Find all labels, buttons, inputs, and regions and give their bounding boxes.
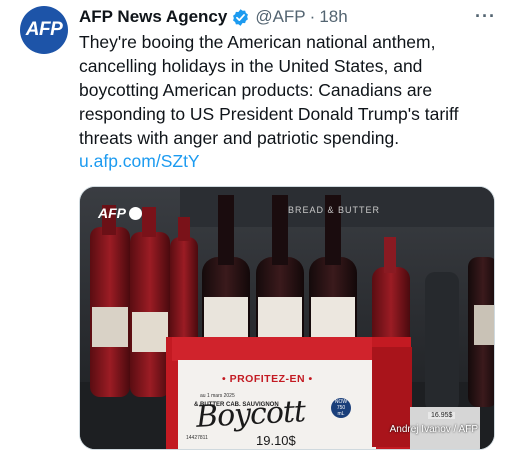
watermark-text: AFP bbox=[98, 205, 126, 221]
right-price-tag: 16.95$ bbox=[428, 412, 456, 419]
tweet-line: responding to US President Donald Trump'… bbox=[79, 104, 459, 124]
photo-brand-text: BREAD & BUTTER bbox=[288, 205, 381, 215]
badge-unit: mL bbox=[337, 411, 345, 417]
watermark-circle-icon bbox=[129, 206, 142, 220]
more-options-icon[interactable]: ··· bbox=[475, 6, 496, 27]
tweet-line: threats with anger and patriotic spendin… bbox=[79, 128, 400, 148]
tweet-line: They're booing the American national ant… bbox=[79, 32, 436, 52]
sign-price: 19.10$ bbox=[256, 433, 296, 448]
tweet-line: cancelling holidays in the United States… bbox=[79, 56, 423, 76]
post-time[interactable]: 18h bbox=[319, 7, 347, 27]
sign-code: 14427811 bbox=[186, 435, 208, 441]
avatar[interactable]: AFP bbox=[20, 6, 68, 54]
author-handle[interactable]: @AFP bbox=[255, 7, 305, 27]
sign-handwritten-boycott: Boycott bbox=[195, 394, 306, 435]
avatar-text: AFP bbox=[25, 19, 63, 40]
tweet-header: AFP News Agency @AFP · 18h bbox=[79, 6, 496, 28]
sign-title: • PROFITEZ-EN • bbox=[222, 373, 313, 385]
sign-volume-badge: NOW 750 mL bbox=[331, 398, 351, 418]
tweet-link[interactable]: u.afp.com/SZtY bbox=[79, 151, 200, 172]
photo-credit: Andrej Ivanov / AFP bbox=[389, 424, 478, 435]
verified-badge-icon bbox=[231, 8, 250, 27]
author-name[interactable]: AFP News Agency bbox=[79, 7, 227, 27]
tweet-text: They're booing the American national ant… bbox=[79, 30, 504, 150]
separator-dot: · bbox=[309, 7, 316, 26]
tweet-media-photo[interactable]: BREAD & BUTTER AFP • PROFITEZ-EN • au 1 … bbox=[79, 186, 495, 450]
tweet-line: boycotting American products: Canadians … bbox=[79, 80, 433, 100]
afp-watermark: AFP bbox=[98, 205, 142, 221]
